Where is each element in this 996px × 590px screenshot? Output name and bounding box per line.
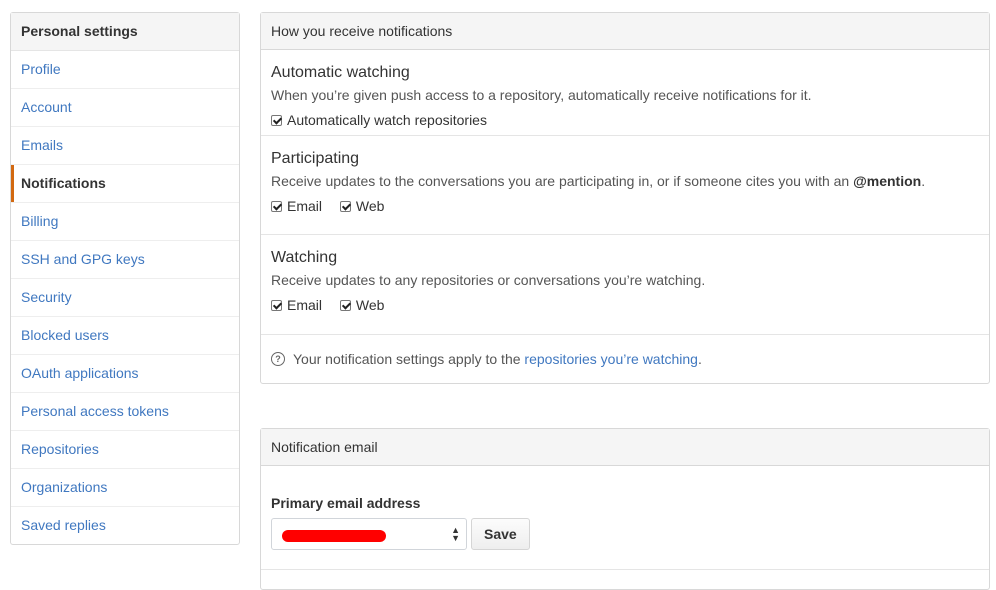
sidebar-item-repositories[interactable]: Repositories [11, 431, 239, 469]
notification-email-box: Notification email Primary email address… [260, 428, 990, 590]
checkbox-checked-icon[interactable] [271, 114, 282, 126]
automatic-watching-desc: When you’re given push access to a repos… [271, 87, 812, 103]
checkbox-checked-icon[interactable] [271, 200, 282, 212]
settings-sidebar: Personal settings Profile Account Emails… [10, 12, 240, 545]
notification-settings-note: ? Your notification settings apply to th… [261, 335, 989, 383]
sidebar-item-security[interactable]: Security [11, 279, 239, 317]
sidebar-item-emails[interactable]: Emails [11, 127, 239, 165]
section-divider [261, 569, 989, 570]
sidebar-item-personal-access-tokens[interactable]: Personal access tokens [11, 393, 239, 431]
save-button[interactable]: Save [471, 518, 530, 550]
watching-web-label: Web [355, 297, 385, 313]
sidebar-item-blocked-users[interactable]: Blocked users [11, 317, 239, 355]
participating-desc: Receive updates to the conversations you… [271, 171, 979, 191]
auto-watch-label: Automatically watch repositories [287, 112, 487, 128]
sidebar-item-billing[interactable]: Billing [11, 203, 239, 241]
sidebar-item-profile[interactable]: Profile [11, 51, 239, 89]
watching-email-label: Email [287, 297, 323, 313]
watching-email-checkbox[interactable]: Email [271, 293, 322, 317]
sidebar-item-saved-replies[interactable]: Saved replies [11, 507, 239, 544]
participating-web-label: Web [355, 198, 385, 214]
participating-email-label: Email [287, 198, 323, 214]
sidebar-item-account[interactable]: Account [11, 89, 239, 127]
sidebar-item-ssh-gpg-keys[interactable]: SSH and GPG keys [11, 241, 239, 279]
notification-email-header: Notification email [261, 429, 989, 466]
auto-watch-checkbox[interactable]: Automatically watch repositories [271, 108, 487, 132]
notifications-box: How you receive notifications Automatic … [260, 12, 990, 384]
sidebar-header: Personal settings [11, 13, 239, 51]
watched-repositories-link[interactable]: repositories you’re watching [524, 335, 698, 383]
participating-section: Participating Receive updates to the con… [261, 136, 989, 235]
primary-email-select[interactable]: ▲ ▼ [271, 518, 467, 550]
participating-desc-suffix: . [921, 173, 926, 189]
participating-title: Participating [271, 150, 360, 167]
question-circle-icon: ? [271, 352, 285, 366]
note-suffix: . [697, 351, 702, 367]
automatic-watching-title: Automatic watching [271, 64, 410, 81]
participating-desc-text: Receive updates to the conversations you… [271, 173, 854, 189]
notifications-header: How you receive notifications [261, 13, 989, 50]
watching-section: Watching Receive updates to any reposito… [261, 235, 989, 335]
checkbox-checked-icon[interactable] [271, 299, 282, 311]
automatic-watching-section: Automatic watching When you’re given pus… [261, 50, 989, 136]
participating-email-checkbox[interactable]: Email [271, 194, 322, 218]
mention-text: @mention [853, 173, 922, 189]
select-arrows-icon: ▲ ▼ [451, 525, 460, 543]
redacted-email-value [282, 530, 386, 542]
note-prefix: Your notification settings apply to the [293, 351, 521, 367]
watching-web-checkbox[interactable]: Web [339, 293, 385, 317]
checkbox-checked-icon[interactable] [339, 299, 351, 311]
sidebar-item-oauth-applications[interactable]: OAuth applications [11, 355, 239, 393]
sidebar-item-organizations[interactable]: Organizations [11, 469, 239, 507]
checkbox-checked-icon[interactable] [339, 200, 351, 212]
sidebar-item-notifications[interactable]: Notifications [11, 165, 239, 203]
primary-email-label: Primary email address [271, 495, 421, 511]
watching-title: Watching [271, 249, 338, 266]
watching-desc: Receive updates to any repositories or c… [271, 272, 706, 288]
participating-web-checkbox[interactable]: Web [339, 194, 385, 218]
